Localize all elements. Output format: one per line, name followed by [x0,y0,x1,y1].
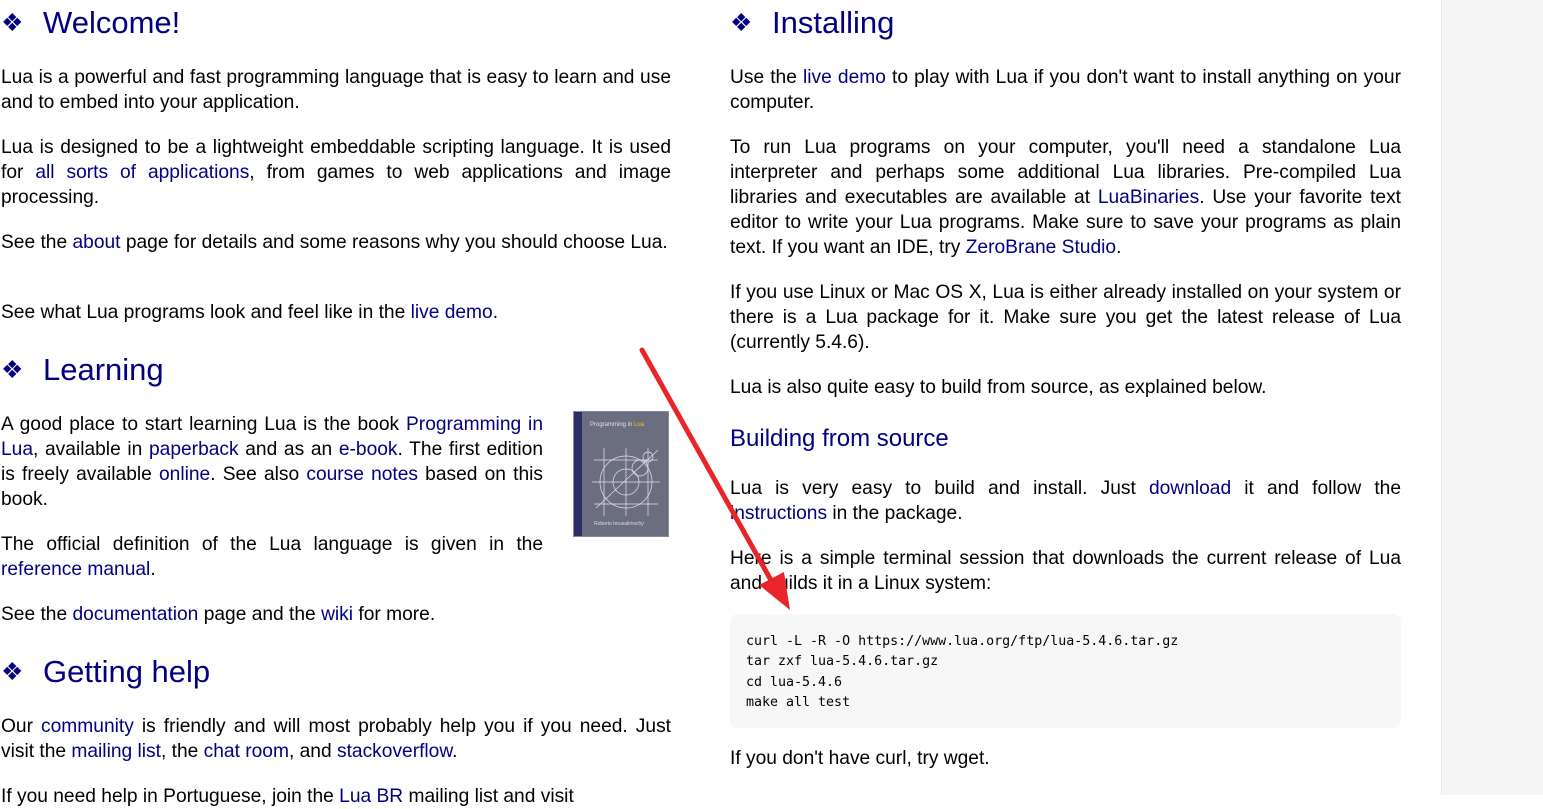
stackoverflow-link[interactable]: stackoverflow [337,741,452,762]
text: Use the [730,67,804,88]
learning-title: Learning [43,352,164,387]
text: page and the [198,604,322,625]
text: . [492,302,499,323]
text: If you need help in Portuguese, join the [1,786,340,807]
text: Lua is very easy to build and install. J… [730,478,1149,499]
text: See the [1,232,73,253]
building-paragraph-2: Here is a simple terminal session that d… [730,546,1401,596]
mailing-list-link[interactable]: mailing list [71,741,161,762]
text: in the package. [827,503,963,524]
luabinaries-link[interactable]: LuaBinaries [1098,187,1199,208]
diamond-bullet-icon: ❖ [1,658,24,686]
text: Our [1,716,42,737]
text: . [452,741,458,762]
help-paragraph-2: If you need help in Portuguese, join the… [1,784,671,809]
section-building-heading: Building from source [730,424,1401,454]
installing-paragraph-3: If you use Linux or Mac OS X, Lua is eit… [730,280,1401,355]
welcome-paragraph-1: Lua is a powerful and fast programming l… [1,65,671,115]
text: A good place to start learning Lua is th… [1,414,406,435]
text: page for details and some reasons why yo… [120,232,668,253]
learning-paragraph-1: A good place to start learning Lua is th… [1,412,543,512]
page-side-margin [1441,0,1543,795]
book-cover-author: Roberto Ierusalimschy [594,521,644,527]
text: . [1116,237,1122,258]
book-cover-image[interactable]: Programming in Lua Roberto Ierusalimschy [573,411,669,537]
welcome-title: Welcome! [43,5,181,40]
section-help-heading: ❖ Getting help [1,652,671,692]
welcome-paragraph-3: See the about page for details and some … [1,230,671,255]
welcome-paragraph-4: See what Lua programs look and feel like… [1,300,671,325]
help-paragraph-1: Our community is friendly and will most … [1,714,671,764]
applications-link[interactable]: all sorts of applications [35,162,249,183]
community-link[interactable]: community [41,716,134,737]
learning-paragraph-3: See the documentation page and the wiki … [1,602,671,627]
documentation-link[interactable]: documentation [72,604,198,625]
text: it and follow the [1231,478,1401,499]
instructions-link[interactable]: instructions [730,503,827,524]
live-demo-link[interactable]: live demo [411,302,493,323]
building-text-3: If you don't have curl, try wget. [730,748,990,769]
welcome-text-1: Lua is a powerful and fast programming l… [1,67,671,113]
text: , available in [33,439,149,460]
text: See the [1,604,73,625]
course-notes-link[interactable]: course notes [306,464,418,485]
chat-room-link[interactable]: chat room [204,741,289,762]
wiki-link[interactable]: wiki [321,604,353,625]
section-learning-heading: ❖ Learning [1,350,671,390]
section-welcome-heading: ❖ Welcome! [1,3,671,43]
diamond-bullet-icon: ❖ [1,9,24,37]
installing-text-3: If you use Linux or Mac OS X, Lua is eit… [730,282,1401,353]
building-paragraph-1: Lua is very easy to build and install. J… [730,476,1401,526]
text: , the [160,741,204,762]
text: and as an [238,439,339,460]
installing-paragraph-2: To run Lua programs on your computer, yo… [730,135,1401,260]
section-installing-heading: ❖ Installing [730,3,1401,43]
paperback-link[interactable]: paperback [149,439,239,460]
text: The official definition of the Lua langu… [1,534,543,555]
building-paragraph-3: If you don't have curl, try wget. [730,746,1401,771]
diamond-bullet-icon: ❖ [1,356,24,384]
building-title: Building from source [730,425,949,452]
ebook-link[interactable]: e-book [339,439,398,460]
text: See what Lua programs look and feel like… [1,302,411,323]
installing-paragraph-4: Lua is also quite easy to build from sou… [730,375,1401,400]
online-link[interactable]: online [159,464,210,485]
text: . See also [210,464,307,485]
text: for more. [353,604,436,625]
learning-paragraph-2: The official definition of the Lua langu… [1,532,543,582]
help-title: Getting help [43,654,211,689]
zerobrane-studio-link[interactable]: ZeroBrane Studio [966,237,1116,258]
text: , and [288,741,337,762]
installing-title: Installing [772,5,895,40]
text: mailing list and visit [403,786,574,807]
download-link[interactable]: download [1149,478,1231,499]
lua-br-link[interactable]: Lua BR [339,786,403,807]
installing-text-4: Lua is also quite easy to build from sou… [730,377,1267,398]
about-link[interactable]: about [72,232,120,253]
building-text-2: Here is a simple terminal session that d… [730,548,1401,594]
welcome-paragraph-2: Lua is designed to be a lightweight embe… [1,135,671,210]
book-geometry-illustration [592,448,660,516]
live-demo-link-2[interactable]: live demo [803,67,886,88]
terminal-code-block[interactable]: curl -L -R -O https://www.lua.org/ftp/lu… [730,614,1401,728]
installing-paragraph-1: Use the live demo to play with Lua if yo… [730,65,1401,115]
text: . [150,559,156,580]
reference-manual-link[interactable]: reference manual [1,559,150,580]
diamond-bullet-icon: ❖ [730,9,753,37]
